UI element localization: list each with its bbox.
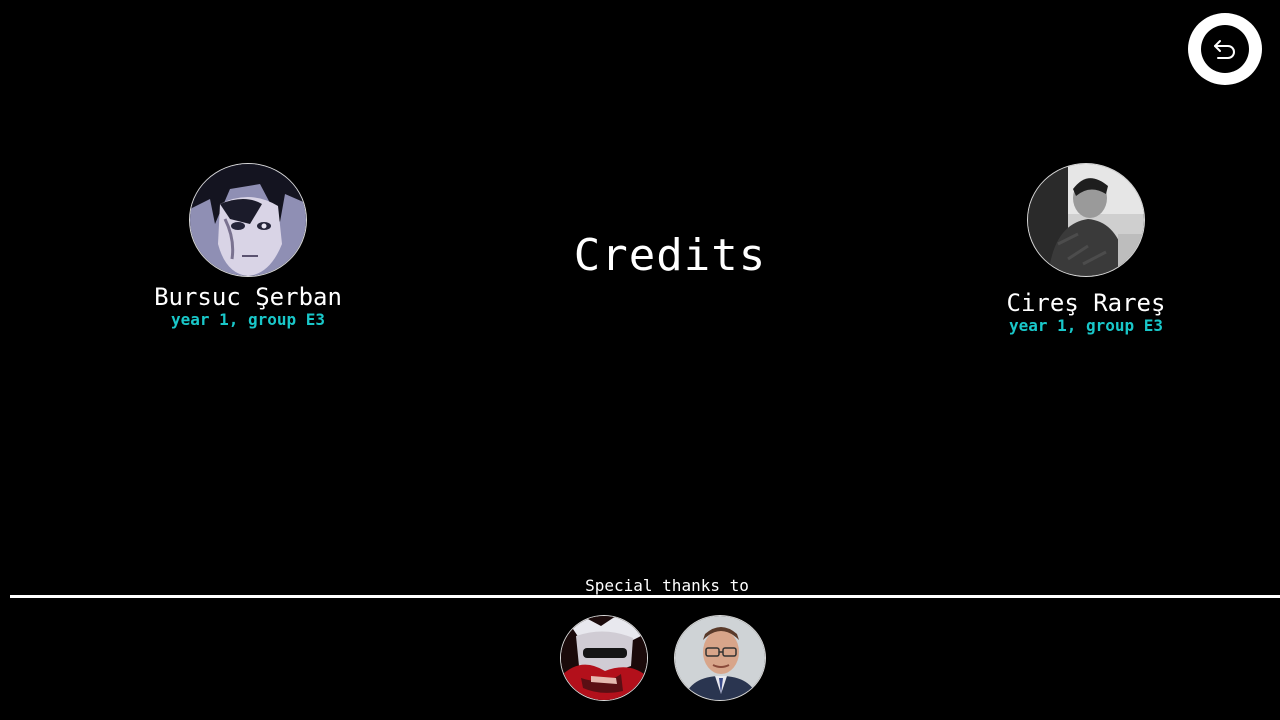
- masked-anime-character-portrait: [561, 616, 647, 700]
- avatar: [1027, 163, 1145, 277]
- special-thanks-label: Special thanks to: [585, 576, 749, 595]
- back-button[interactable]: [1188, 13, 1262, 85]
- man-with-glasses-portrait: [675, 616, 765, 700]
- back-button-inner: [1201, 25, 1249, 73]
- author-card: Cireş Rareş year 1, group E3: [994, 163, 1178, 335]
- special-thanks-avatar: [560, 615, 648, 701]
- author-name: Cireş Rareş: [1006, 289, 1166, 317]
- avatar: [189, 163, 307, 277]
- undo-arrow-icon: [1214, 40, 1235, 59]
- grayscale-photo-portrait: [1028, 164, 1144, 276]
- author-subtitle: year 1, group E3: [1008, 316, 1164, 335]
- credits-screen: Credits Bursuc Şerban year 1, group E3 C…: [0, 0, 1280, 720]
- anime-character-portrait: [190, 164, 306, 276]
- special-thanks-avatar: [674, 615, 766, 701]
- author-card: Bursuc Şerban year 1, group E3: [140, 163, 356, 329]
- author-subtitle: year 1, group E3: [170, 310, 326, 329]
- page-title: Credits: [573, 230, 767, 281]
- divider: [10, 595, 1280, 598]
- author-name: Bursuc Şerban: [154, 283, 342, 311]
